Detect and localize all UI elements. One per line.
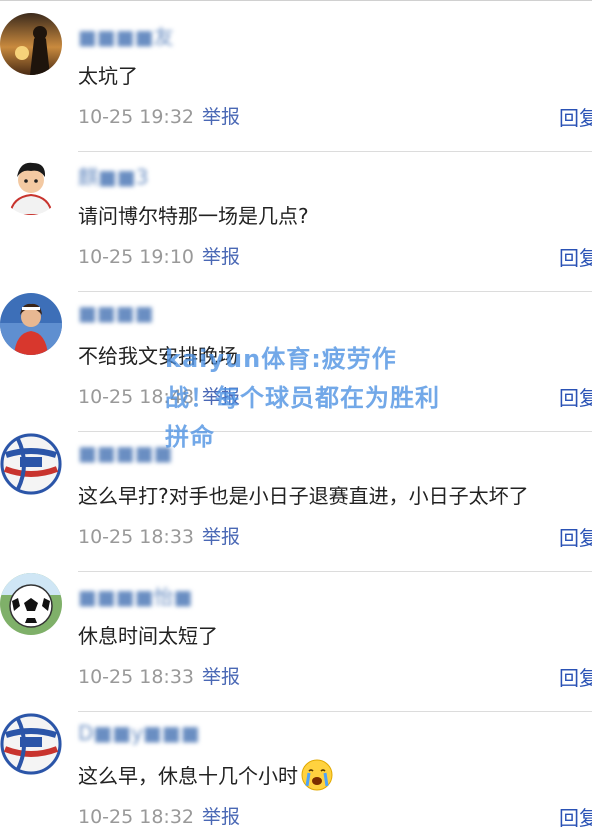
avatar[interactable] <box>0 573 62 635</box>
comment-meta: 10-25 19:32 举报 <box>78 102 240 129</box>
comment-item: ■■■■怡■ 休息时间太短了 10-25 18:33 举报 回复 <box>0 560 592 712</box>
comment-text-value: 这么早，休息十几个小时 <box>78 764 298 788</box>
report-link[interactable]: 举报 <box>202 526 240 548</box>
username[interactable]: ■■■■友 <box>78 21 174 50</box>
sunset-avatar-icon <box>0 13 62 75</box>
reply-button[interactable]: 回复 <box>559 522 592 551</box>
cartoon-player-avatar-icon <box>0 153 62 215</box>
reply-button[interactable]: 回复 <box>559 382 592 411</box>
reply-button[interactable]: 回复 <box>559 802 592 831</box>
avatar[interactable] <box>0 153 62 215</box>
volleyball-avatar-icon <box>0 713 62 775</box>
comment-text: 休息时间太短了 <box>78 624 218 648</box>
report-link[interactable]: 举报 <box>202 666 240 688</box>
comment-meta: 10-25 18:33 举报 <box>78 662 240 689</box>
username[interactable]: ■■■■ <box>78 301 154 325</box>
crying-emoji-icon <box>301 759 333 790</box>
comment-meta: 10-25 18:33 举报 <box>78 522 240 549</box>
comment-time: 10-25 18:32 <box>78 806 195 828</box>
comment-text: 请问博尔特那一场是几点? <box>78 204 309 228</box>
comment-time: 10-25 18:33 <box>78 526 195 548</box>
comment-time: 10-25 19:10 <box>78 246 195 268</box>
reply-button[interactable]: 回复 <box>559 662 592 691</box>
comment-item: D■■y■■■ 这么早，休息十几个小时 10-25 18:32 举报 回复 <box>0 700 592 840</box>
report-link[interactable]: 举报 <box>202 106 240 128</box>
comment-text: 这么早，休息十几个小时 <box>78 759 334 792</box>
tennis-player-avatar-icon <box>0 293 62 355</box>
avatar[interactable] <box>0 433 62 495</box>
comment-text: 这么早打?对手也是小日子退赛直进，小日子太坏了 <box>78 484 529 508</box>
avatar[interactable] <box>0 13 62 75</box>
comment-meta: 10-25 18:32 举报 <box>78 802 240 829</box>
username[interactable]: ■■■■怡■ <box>78 581 192 610</box>
soccer-ball-avatar-icon <box>0 573 62 635</box>
comment-meta: 10-25 19:10 举报 <box>78 242 240 269</box>
comment-item: 麒■■3 请问博尔特那一场是几点? 10-25 19:10 举报 回复 <box>0 140 592 292</box>
comment-item: ■■■■友 太坑了 10-25 19:32 举报 回复 <box>0 0 592 152</box>
reply-button[interactable]: 回复 <box>559 102 592 131</box>
comment-text: 太坑了 <box>78 64 138 88</box>
username[interactable]: ■■■■■ <box>78 441 172 465</box>
comment-time: 10-25 19:32 <box>78 106 195 128</box>
username[interactable]: D■■y■■■ <box>78 721 200 745</box>
comment-time: 10-25 18:33 <box>78 666 195 688</box>
avatar[interactable] <box>0 293 62 355</box>
report-link[interactable]: 举报 <box>202 806 240 828</box>
volleyball-avatar-icon <box>0 433 62 495</box>
report-link[interactable]: 举报 <box>202 246 240 268</box>
watermark-overlay: kaiyun体育:疲劳作战！每个球员都在为胜利拼命 <box>165 345 440 451</box>
reply-button[interactable]: 回复 <box>559 242 592 271</box>
avatar[interactable] <box>0 713 62 775</box>
username[interactable]: 麒■■3 <box>78 161 149 190</box>
